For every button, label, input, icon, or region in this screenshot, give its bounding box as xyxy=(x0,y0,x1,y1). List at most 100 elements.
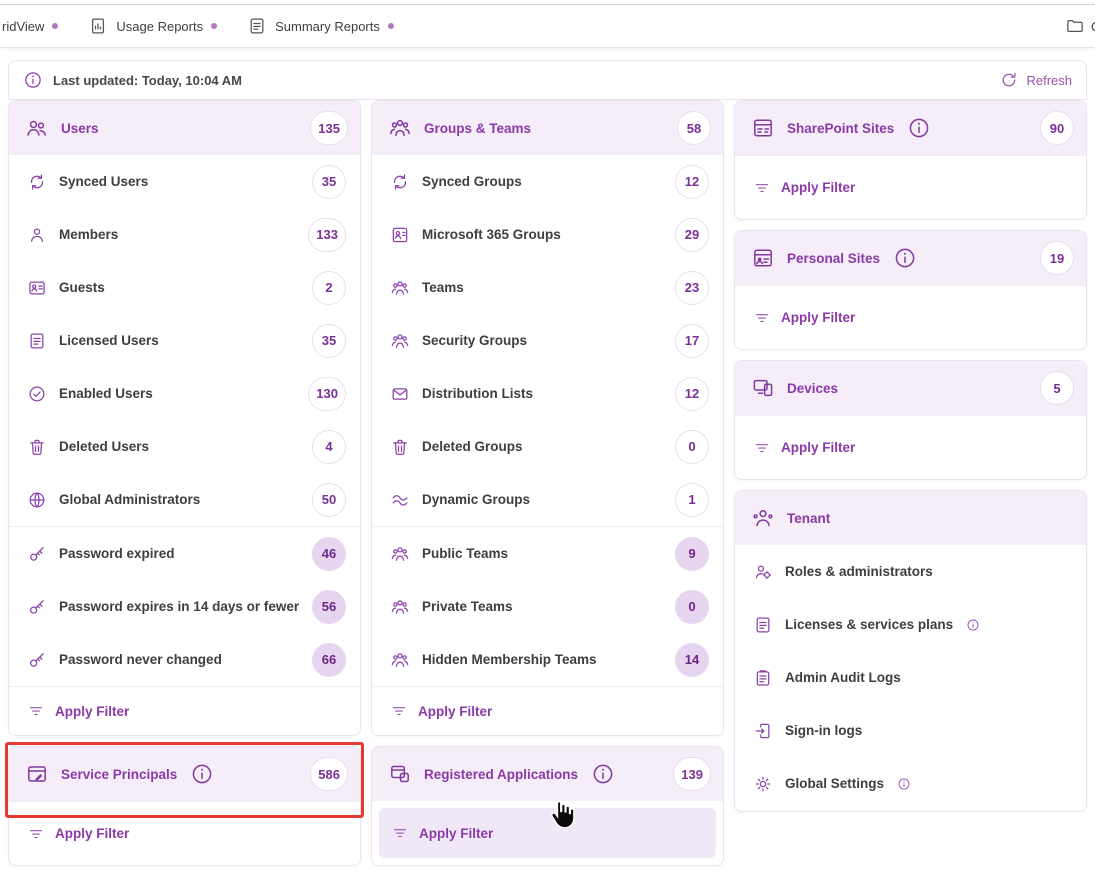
list-item-security-groups[interactable]: Security Groups17 xyxy=(372,314,723,367)
trash-icon xyxy=(27,437,47,457)
list-item-admin-audit-logs[interactable]: Admin Audit Logs xyxy=(735,651,1086,704)
dynamic-icon xyxy=(390,490,410,510)
tab-summary-reports[interactable]: Summary Reports xyxy=(232,5,409,47)
column-3: SharePoint Sites90Apply FilterPersonal S… xyxy=(734,100,1087,812)
count-badge: 0 xyxy=(675,590,709,624)
count-badge: 130 xyxy=(308,377,346,411)
list-item-public-teams[interactable]: Public Teams9 xyxy=(372,527,723,580)
card-header-users[interactable]: Users135 xyxy=(9,101,360,155)
list-item-distribution-lists[interactable]: Distribution Lists12 xyxy=(372,367,723,420)
list-item-password-never-changed[interactable]: Password never changed 66 xyxy=(9,633,360,686)
card-header-groups[interactable]: Groups & Teams58 xyxy=(372,101,723,155)
tab-bar: ridView Usage Reports Summary Reports C xyxy=(0,5,1095,48)
item-group: Synced Groups12Microsoft 365 Groups29Tea… xyxy=(372,155,723,526)
item-label: Members xyxy=(59,227,118,242)
item-label: Password expires in 14 days or fewer xyxy=(59,599,299,614)
info-icon xyxy=(897,777,911,791)
count-badge: 0 xyxy=(675,430,709,464)
apply-filter-label: Apply Filter xyxy=(419,826,493,841)
list-item-password-expires-in-14-days-or-fewer[interactable]: Password expires in 14 days or fewer 56 xyxy=(9,580,360,633)
info-icon xyxy=(190,762,214,786)
sync-icon xyxy=(27,172,47,192)
item-label: Synced Users xyxy=(59,174,148,189)
item-label: Security Groups xyxy=(422,333,527,348)
refresh-button[interactable]: Refresh xyxy=(999,70,1072,90)
count-badge: 35 xyxy=(312,324,346,358)
list-item-synced-groups[interactable]: Synced Groups 12 xyxy=(372,155,723,208)
gear-icon xyxy=(753,774,773,794)
card-header-devices[interactable]: Devices5 xyxy=(735,361,1086,415)
list-item-synced-users[interactable]: Synced Users35 xyxy=(9,155,360,208)
apply-filter-registered_apps[interactable]: Apply Filter xyxy=(379,808,716,858)
item-label: Password never changed xyxy=(59,652,222,667)
count-badge: 139 xyxy=(673,757,711,791)
list-item-members[interactable]: Members133 xyxy=(9,208,360,261)
card-header-sharepoint[interactable]: SharePoint Sites90 xyxy=(735,101,1086,155)
item-label: Password expired xyxy=(59,546,175,561)
list-item-teams[interactable]: Teams23 xyxy=(372,261,723,314)
list-item-roles-administrators[interactable]: Roles & administrators xyxy=(735,545,1086,598)
doc-lines-icon xyxy=(753,615,773,635)
card-header-personal_sites[interactable]: Personal Sites19 xyxy=(735,231,1086,285)
count-badge: 58 xyxy=(677,111,711,145)
apply-filter-users[interactable]: Apply Filter xyxy=(9,686,360,735)
dashboard-grid: Users135Synced Users35Members133Guests2L… xyxy=(8,100,1087,866)
list-item-hidden-membership-teams[interactable]: Hidden Membership Teams14 xyxy=(372,633,723,686)
globe-icon xyxy=(27,490,47,510)
card-title: Service Principals xyxy=(61,767,177,782)
filter-icon xyxy=(390,702,408,720)
apply-filter-sharepoint[interactable]: Apply Filter xyxy=(735,155,1086,219)
count-badge: 56 xyxy=(312,590,346,624)
card-header-service_principals[interactable]: Service Principals 586 xyxy=(9,747,360,801)
item-label: Enabled Users xyxy=(59,386,153,401)
trash-icon xyxy=(390,437,410,457)
tab-overflow[interactable]: C xyxy=(1057,5,1095,47)
item-label: Synced Groups xyxy=(422,174,522,189)
card-header-tenant[interactable]: Tenant xyxy=(735,491,1086,545)
tab-label: Summary Reports xyxy=(275,19,380,34)
list-item-guests[interactable]: Guests2 xyxy=(9,261,360,314)
list-item-microsoft-365-groups[interactable]: Microsoft 365 Groups29 xyxy=(372,208,723,261)
info-icon xyxy=(23,70,43,90)
list-item-private-teams[interactable]: Private Teams0 xyxy=(372,580,723,633)
apply-filter-label: Apply Filter xyxy=(781,310,855,325)
item-label: Guests xyxy=(59,280,105,295)
list-item-sign-in-logs[interactable]: Sign-in logs xyxy=(735,704,1086,757)
list-item-global-settings[interactable]: Global Settings xyxy=(735,757,1086,810)
tab-usage-reports[interactable]: Usage Reports xyxy=(73,5,232,47)
card-title: Registered Applications xyxy=(424,767,578,782)
list-item-password-expired[interactable]: Password expired46 xyxy=(9,527,360,580)
item-label: Hidden Membership Teams xyxy=(422,652,597,667)
tab-gridview[interactable]: ridView xyxy=(0,5,73,47)
item-label: Admin Audit Logs xyxy=(785,670,901,685)
item-label: Roles & administrators xyxy=(785,564,933,579)
count-badge: 66 xyxy=(312,643,346,677)
card-title: Tenant xyxy=(787,511,830,526)
people-icon xyxy=(25,116,49,140)
site-icon xyxy=(751,116,775,140)
apply-filter-label: Apply Filter xyxy=(781,440,855,455)
card-header-registered_apps[interactable]: Registered Applications 139 xyxy=(372,747,723,801)
list-item-global-administrators[interactable]: Global Administrators50 xyxy=(9,473,360,526)
count-badge: 12 xyxy=(675,165,709,199)
card-service_principals: Service Principals 586 Apply Filter xyxy=(8,746,361,866)
count-badge: 4 xyxy=(312,430,346,464)
unsaved-dot xyxy=(388,23,394,29)
apply-filter-personal_sites[interactable]: Apply Filter xyxy=(735,285,1086,349)
last-updated-text: Last updated: Today, 10:04 AM xyxy=(53,73,242,88)
count-badge: 586 xyxy=(310,757,348,791)
apply-filter-service_principals[interactable]: Apply Filter xyxy=(9,801,360,865)
list-item-licenses-services-plans[interactable]: Licenses & services plans xyxy=(735,598,1086,651)
list-item-licensed-users[interactable]: Licensed Users35 xyxy=(9,314,360,367)
list-item-enabled-users[interactable]: Enabled Users 130 xyxy=(9,367,360,420)
list-item-deleted-groups[interactable]: Deleted Groups0 xyxy=(372,420,723,473)
item-label: Teams xyxy=(422,280,464,295)
apply-filter-devices[interactable]: Apply Filter xyxy=(735,415,1086,479)
list-item-dynamic-groups[interactable]: Dynamic Groups1 xyxy=(372,473,723,526)
roles-icon xyxy=(753,562,773,582)
list-item-deleted-users[interactable]: Deleted Users4 xyxy=(9,420,360,473)
apply-filter-groups[interactable]: Apply Filter xyxy=(372,686,723,735)
item-label: Distribution Lists xyxy=(422,386,533,401)
audit-icon xyxy=(753,668,773,688)
column-2: Groups & Teams58 Synced Groups 12 Microsoft… xyxy=(371,100,724,866)
